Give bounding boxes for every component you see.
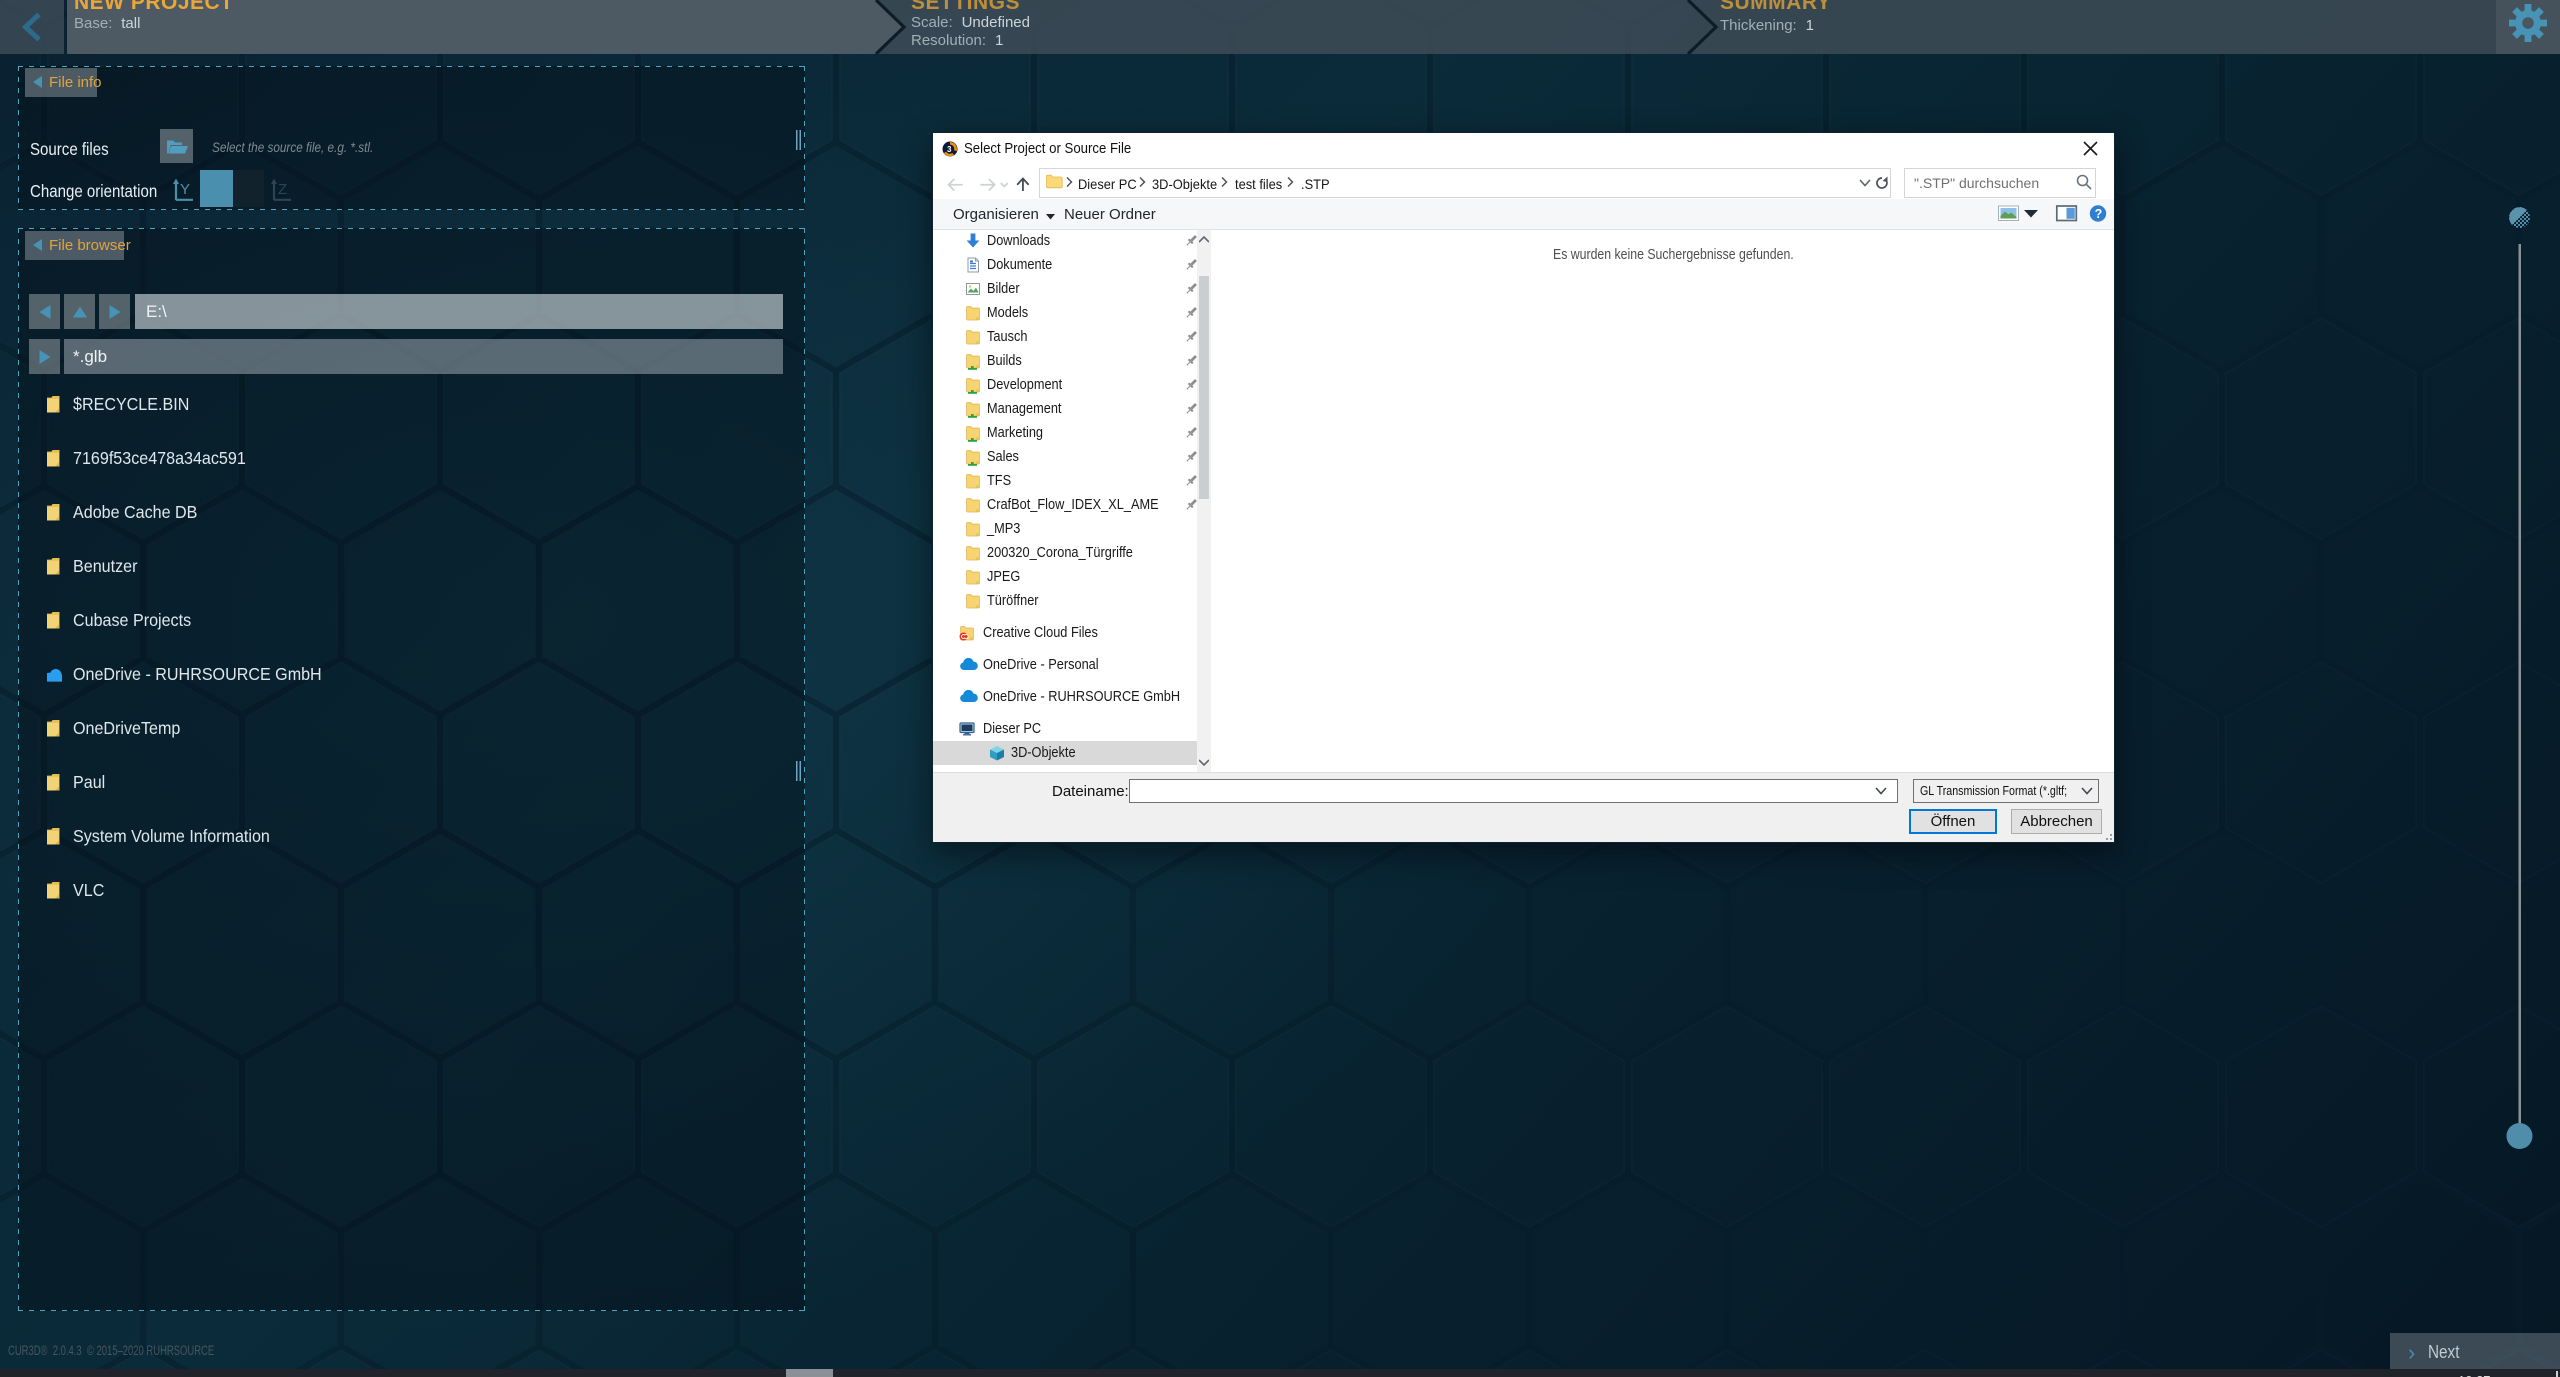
svg-text:Z: Z bbox=[278, 181, 287, 198]
svg-text:Y: Y bbox=[180, 181, 190, 198]
svg-text:?: ? bbox=[2095, 207, 2103, 221]
